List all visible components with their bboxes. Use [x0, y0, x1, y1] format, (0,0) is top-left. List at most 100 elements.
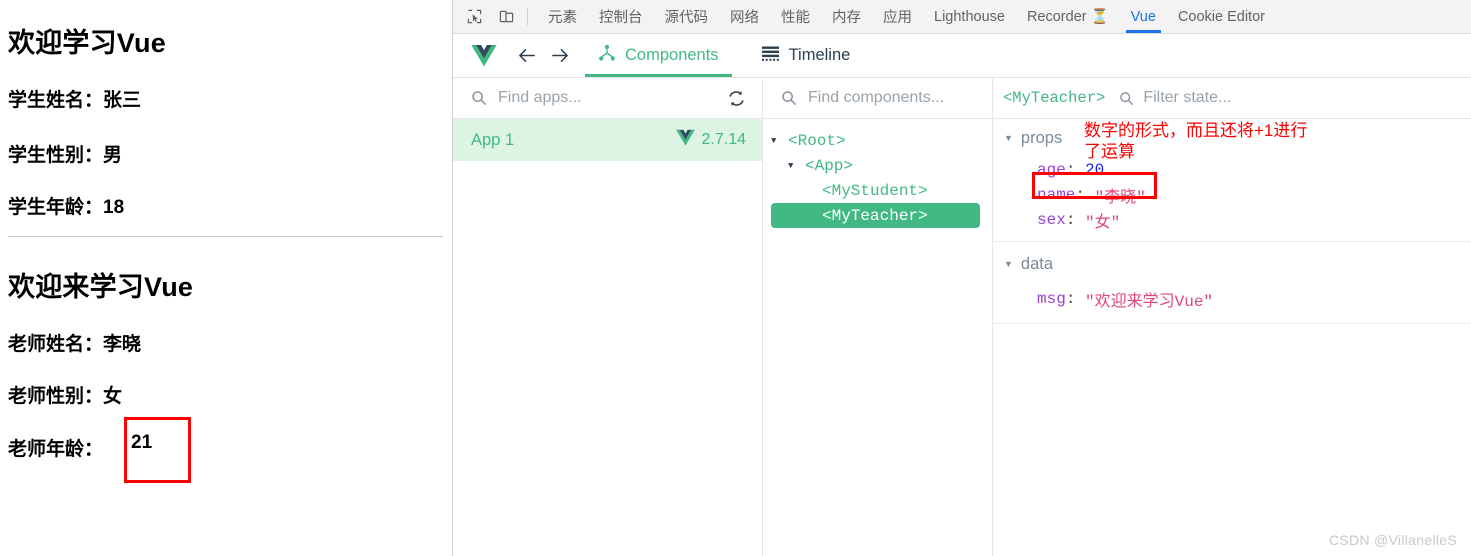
- app-version: 2.7.14: [675, 129, 746, 151]
- teacher-name-value: 李晓: [103, 334, 142, 355]
- find-components-placeholder: Find components...: [808, 89, 945, 106]
- chevron-down-icon[interactable]: ▼: [1004, 259, 1013, 269]
- component-tree-panel: Find components... ▼ <Root> ▼ <App> <MyS…: [763, 78, 992, 556]
- tab-recorder[interactable]: Recorder ⏳: [1016, 0, 1120, 33]
- app-name: App 1: [471, 130, 515, 149]
- teacher-sex-label: 老师性别：: [8, 386, 104, 407]
- devtools-tabbar: 元素 控制台 源代码 网络 性能 内存 应用 Lighthouse Record…: [453, 0, 1471, 34]
- tree-node-root[interactable]: ▼ <Root>: [763, 128, 992, 153]
- filter-state-placeholder: Filter state...: [1143, 89, 1232, 106]
- refresh-icon[interactable]: [727, 89, 746, 108]
- app-version-text: 2.7.14: [701, 131, 746, 148]
- student-sex-value: 男: [103, 145, 123, 166]
- watermark: CSDN @VillanelleS: [1329, 532, 1457, 548]
- tree-node-app[interactable]: ▼ <App>: [763, 153, 992, 178]
- search-icon: [1119, 91, 1134, 106]
- state-group-data-label: data: [1020, 254, 1054, 273]
- state-inspector-panel: <MyTeacher> Filter state... ▼ props age:…: [993, 78, 1471, 556]
- toolbar-separator: [527, 8, 528, 25]
- teacher-age-label: 老师年龄：: [8, 439, 104, 460]
- teacher-sex-row: 老师性别：女: [8, 381, 122, 408]
- state-entry-sex[interactable]: sex: "女": [993, 207, 1471, 232]
- vue-logo-small-icon: [675, 129, 695, 151]
- tab-network[interactable]: 网络: [719, 0, 770, 33]
- chevron-down-icon[interactable]: ▼: [771, 136, 784, 146]
- teacher-sex-value: 女: [103, 386, 123, 407]
- vue-tab-timeline[interactable]: Timeline: [748, 34, 864, 77]
- tree-node-label: <App>: [805, 156, 854, 175]
- vue-tab-components[interactable]: Components: [585, 34, 732, 77]
- screenshot-root: 欢迎学习Vue 学生姓名：张三 学生性别：男 学生年龄：18 欢迎来学习Vue …: [0, 0, 1471, 556]
- state-group-props-header[interactable]: ▼ props: [993, 119, 1471, 157]
- state-entry-age[interactable]: age: 20: [993, 157, 1471, 182]
- component-tree: ▼ <Root> ▼ <App> <MyStudent> <MyTeacher>: [763, 119, 992, 228]
- tree-node-label: <MyStudent>: [822, 181, 928, 200]
- state-entry-msg[interactable]: msg: "欢迎来学习Vue": [993, 286, 1471, 311]
- section-divider: [8, 236, 443, 237]
- student-name-label: 学生姓名：: [8, 90, 104, 111]
- student-sex-row: 学生性别：男: [8, 140, 122, 167]
- student-sex-label: 学生性别：: [8, 145, 104, 166]
- arrow-right-icon[interactable]: [543, 39, 577, 73]
- vue-devtools-header: Components Timeline: [453, 34, 1471, 78]
- tab-application[interactable]: 应用: [872, 0, 923, 33]
- state-group-props-label: props: [1020, 128, 1063, 147]
- arrow-left-icon[interactable]: [509, 39, 543, 73]
- student-age-value: 18: [103, 197, 125, 218]
- tab-lighthouse[interactable]: Lighthouse: [923, 0, 1016, 33]
- state-colon: :: [1065, 210, 1086, 229]
- chevron-down-icon[interactable]: ▼: [788, 161, 801, 171]
- inspect-element-icon[interactable]: [460, 4, 488, 30]
- find-apps-searchbar[interactable]: Find apps...: [453, 78, 762, 119]
- find-apps-placeholder: Find apps...: [498, 89, 582, 106]
- tree-node-mystudent[interactable]: <MyStudent>: [763, 178, 992, 203]
- state-key: msg: [1037, 289, 1066, 308]
- student-heading: 欢迎学习Vue: [8, 28, 166, 58]
- timeline-icon: [761, 45, 780, 67]
- student-name-value: 张三: [103, 90, 142, 111]
- teacher-name-label: 老师姓名：: [8, 334, 104, 355]
- rendered-webpage-pane: 欢迎学习Vue 学生姓名：张三 学生性别：男 学生年龄：18 欢迎来学习Vue …: [0, 0, 452, 556]
- state-header: <MyTeacher> Filter state...: [993, 78, 1471, 119]
- apps-panel: Find apps... App 1 2.7.14: [453, 78, 762, 556]
- student-name-row: 学生姓名：张三: [8, 85, 141, 112]
- components-tree-icon: [598, 44, 616, 67]
- tab-cookie-editor[interactable]: Cookie Editor: [1167, 0, 1276, 33]
- tab-elements[interactable]: 元素: [537, 0, 588, 33]
- state-colon: :: [1075, 185, 1095, 204]
- state-key: name: [1037, 185, 1076, 204]
- state-group-data-header[interactable]: ▼ data: [993, 242, 1471, 286]
- tab-memory[interactable]: 内存: [821, 0, 872, 33]
- tab-sources[interactable]: 源代码: [654, 0, 720, 33]
- state-value: 20: [1085, 160, 1105, 179]
- state-entry-name[interactable]: name: "李晓": [993, 182, 1471, 207]
- tree-node-label: <Root>: [788, 131, 846, 150]
- state-colon: :: [1065, 289, 1086, 308]
- state-value: "李晓": [1094, 188, 1146, 207]
- vue-tab-components-label: Components: [625, 46, 719, 64]
- vue-logo-icon: [469, 43, 499, 69]
- find-components-searchbar[interactable]: Find components...: [763, 78, 992, 119]
- state-value: "女": [1085, 213, 1121, 232]
- state-colon: :: [1065, 160, 1086, 179]
- vue-tab-timeline-label: Timeline: [788, 46, 851, 64]
- tab-performance[interactable]: 性能: [770, 0, 821, 33]
- student-age-row: 学生年龄：18: [8, 192, 124, 219]
- tree-node-label: <MyTeacher>: [822, 206, 928, 225]
- device-toolbar-icon[interactable]: [492, 4, 520, 30]
- state-group-data: ▼ data msg: "欢迎来学习Vue": [993, 242, 1471, 324]
- search-icon: [471, 90, 487, 106]
- state-key: age: [1037, 160, 1066, 179]
- app-list-item[interactable]: App 1 2.7.14: [453, 119, 762, 161]
- tab-console[interactable]: 控制台: [588, 0, 654, 33]
- teacher-heading: 欢迎来学习Vue: [8, 272, 194, 302]
- tab-vue[interactable]: Vue: [1120, 0, 1167, 33]
- student-age-label: 学生年龄：: [8, 197, 104, 218]
- tree-node-myteacher[interactable]: <MyTeacher>: [771, 203, 980, 228]
- teacher-age-highlight-box: [124, 417, 191, 483]
- chevron-down-icon[interactable]: ▼: [1004, 133, 1013, 143]
- teacher-name-row: 老师姓名：李晓: [8, 329, 141, 356]
- devtools-panel: 元素 控制台 源代码 网络 性能 内存 应用 Lighthouse Record…: [453, 0, 1471, 556]
- state-value: "欢迎来学习Vue": [1085, 292, 1214, 311]
- search-icon: [781, 90, 797, 106]
